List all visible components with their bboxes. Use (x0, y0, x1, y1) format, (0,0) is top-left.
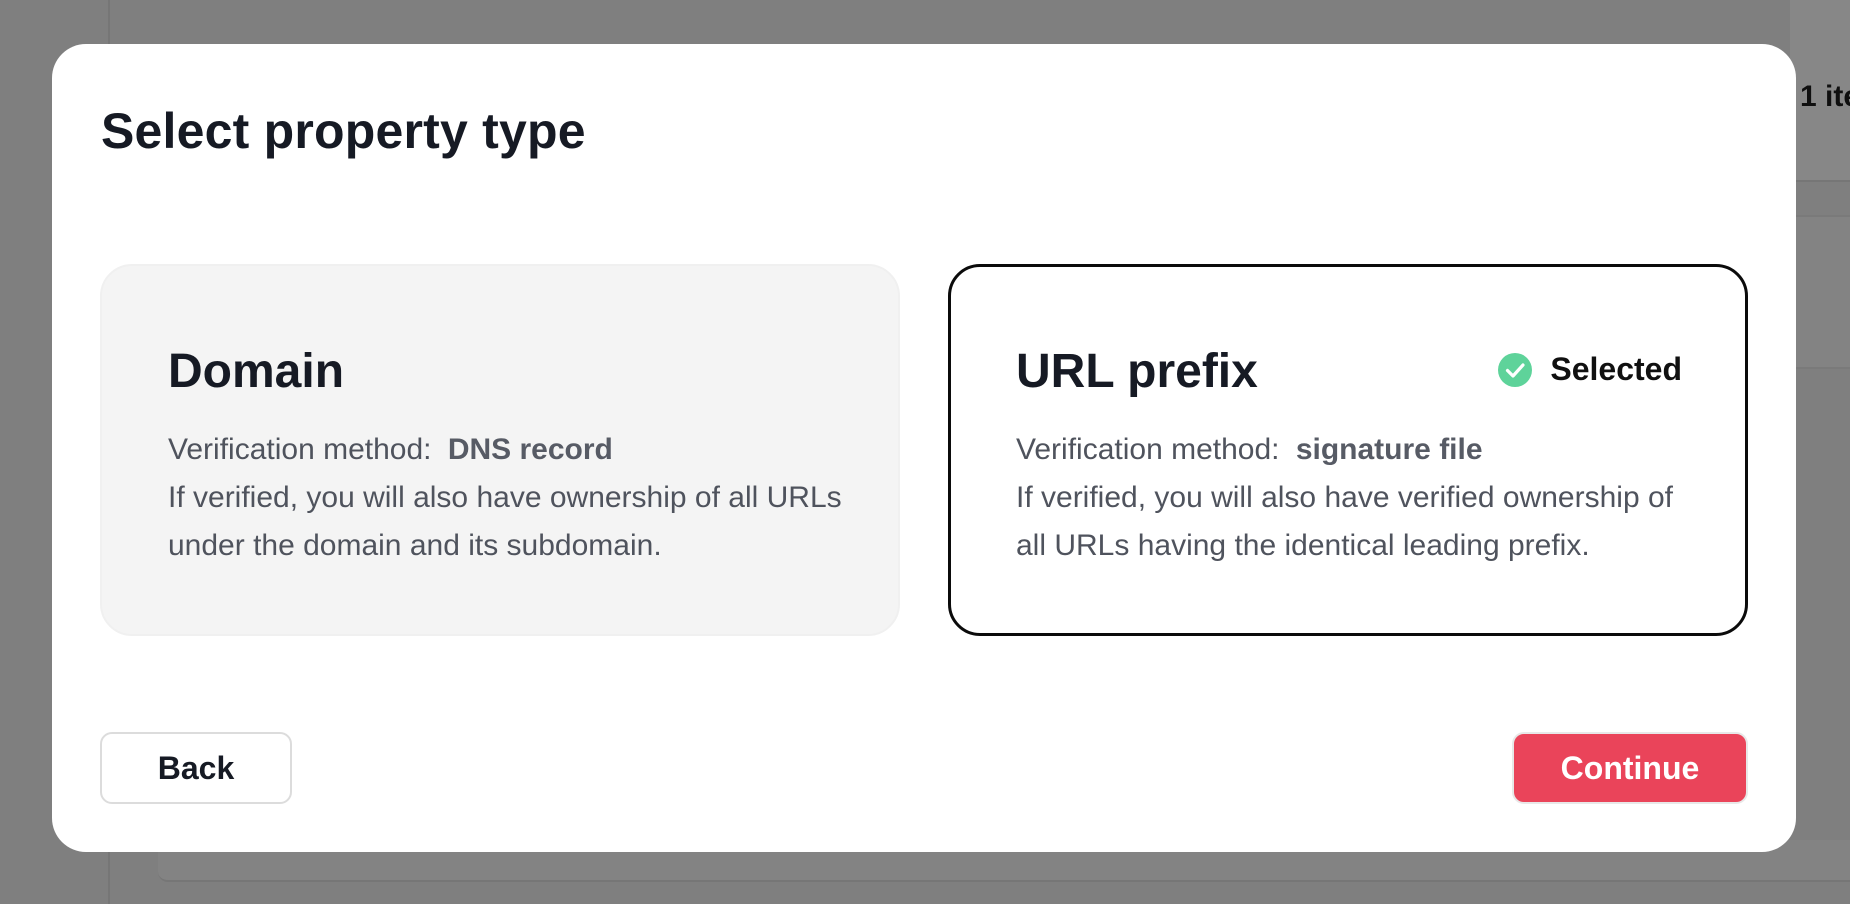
option-title: URL prefix (1016, 345, 1258, 398)
option-description-text: If verified, you will also have verified… (1016, 481, 1673, 562)
verification-method-label: Verification method: (1016, 433, 1280, 466)
select-property-type-dialog: Select property type Domain Verification… (52, 44, 1796, 852)
back-button[interactable]: Back (100, 732, 292, 804)
verification-method-line: Verification method: signature file (1016, 426, 1696, 474)
check-circle-icon (1498, 352, 1533, 387)
option-description-text: If verified, you will also have ownershi… (168, 481, 842, 562)
option-description: Verification method: signature file If v… (1016, 426, 1696, 570)
option-card-domain[interactable]: Domain Verification method: DNS record I… (100, 264, 900, 636)
option-title: Domain (168, 345, 345, 398)
dialog-title: Select property type (101, 103, 586, 159)
background-panel (1790, 215, 1850, 369)
option-card-url-prefix[interactable]: URL prefix Selected Verification method:… (948, 264, 1748, 636)
verification-method-label: Verification method: (168, 433, 432, 466)
verification-method-value: signature file (1295, 433, 1483, 466)
verification-method-value: DNS record (447, 433, 613, 466)
selected-indicator: Selected (1498, 351, 1682, 388)
background-item-count: 1 ite (1800, 80, 1850, 113)
continue-button[interactable]: Continue (1512, 732, 1748, 804)
option-description: Verification method: DNS record If verif… (168, 426, 848, 570)
selected-label: Selected (1550, 351, 1682, 387)
verification-method-line: Verification method: DNS record (168, 426, 848, 474)
